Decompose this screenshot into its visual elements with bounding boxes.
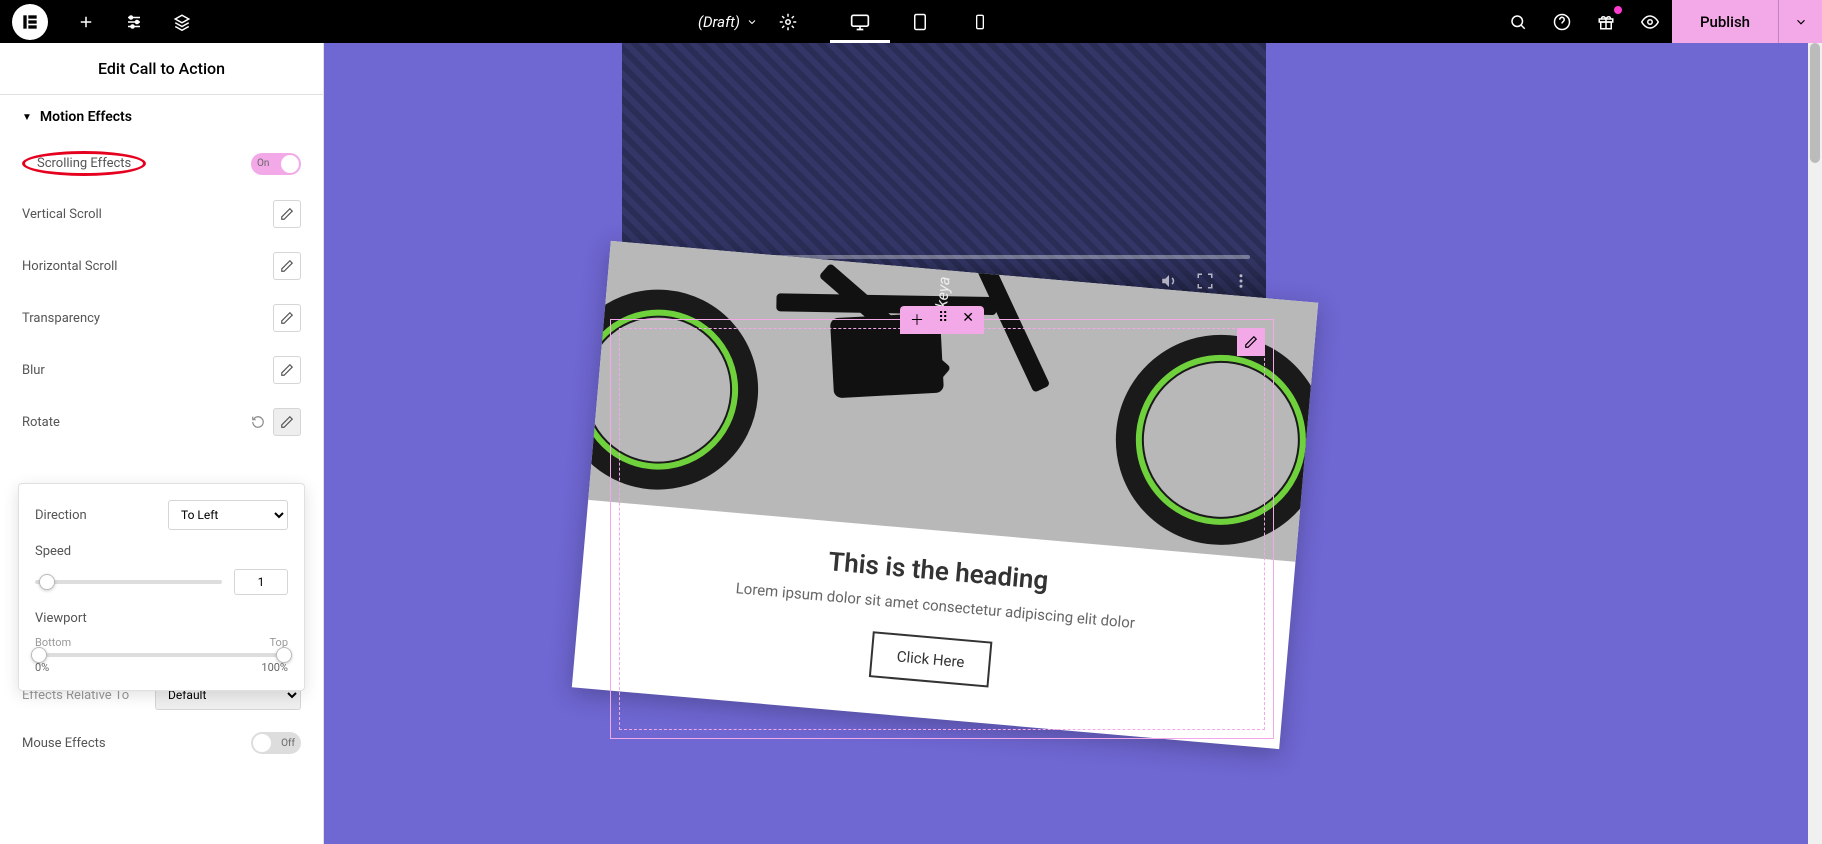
mouse-effects-toggle[interactable]: Off xyxy=(251,732,301,754)
add-element-button[interactable] xyxy=(64,0,108,43)
blur-label: Blur xyxy=(22,363,273,378)
elementor-logo[interactable] xyxy=(12,4,48,40)
selection-add[interactable]: ＋ xyxy=(910,310,924,330)
horizontal-scroll-label: Horizontal Scroll xyxy=(22,259,273,274)
speed-thumb[interactable] xyxy=(39,574,55,590)
scrolling-effects-toggle[interactable]: On xyxy=(251,153,301,175)
mouse-effects-row: Mouse Effects Off xyxy=(0,720,323,766)
top-bar-left xyxy=(0,0,204,43)
pencil-icon xyxy=(280,415,294,429)
layers-icon xyxy=(173,13,191,31)
gear-icon xyxy=(779,13,797,31)
selection-edit-button[interactable] xyxy=(1237,328,1265,356)
whats-new-button[interactable] xyxy=(1584,0,1628,43)
direction-label: Direction xyxy=(35,508,87,523)
scrolling-effects-label: Scrolling Effects xyxy=(22,151,146,176)
blur-row: Blur xyxy=(0,344,323,396)
scrollbar-thumb[interactable] xyxy=(1810,43,1820,163)
desktop-icon xyxy=(850,12,870,32)
volume-icon[interactable] xyxy=(1160,272,1178,290)
rotate-row: Rotate xyxy=(0,396,323,448)
fullscreen-icon[interactable] xyxy=(1196,272,1214,290)
gift-icon xyxy=(1597,13,1615,31)
help-icon xyxy=(1553,13,1571,31)
vertical-scroll-label: Vertical Scroll xyxy=(22,207,273,222)
speed-slider[interactable] xyxy=(35,580,222,584)
selection-drag[interactable]: ⠿ xyxy=(938,310,948,330)
responsive-devices xyxy=(830,0,1010,43)
panel-title: Edit Call to Action xyxy=(0,43,323,95)
pencil-icon xyxy=(280,207,294,221)
pencil-icon xyxy=(280,311,294,325)
elementor-logo-icon xyxy=(20,12,40,32)
rotate-reset[interactable] xyxy=(249,413,267,431)
viewport-thumb-left[interactable] xyxy=(31,647,47,663)
selection-inner xyxy=(619,328,1265,730)
vertical-scroll-edit[interactable] xyxy=(273,200,301,228)
horizontal-scroll-edit[interactable] xyxy=(273,252,301,280)
preview-button[interactable] xyxy=(1628,0,1672,43)
site-settings-button[interactable] xyxy=(112,0,156,43)
vertical-scroll-row: Vertical Scroll xyxy=(0,188,323,240)
viewport-thumb-right[interactable] xyxy=(276,647,292,663)
direction-select[interactable]: To Left xyxy=(168,500,288,530)
viewport-label: Viewport xyxy=(35,611,288,626)
transparency-label: Transparency xyxy=(22,311,273,326)
plus-icon xyxy=(77,13,95,31)
transparency-row: Transparency xyxy=(0,292,323,344)
device-mobile[interactable] xyxy=(950,0,1010,43)
pencil-icon xyxy=(280,259,294,273)
editor-sidebar: Edit Call to Action ▼ Motion Effects Scr… xyxy=(0,43,324,844)
blur-edit[interactable] xyxy=(273,356,301,384)
chevron-down-icon xyxy=(746,16,758,28)
caret-down-icon: ▼ xyxy=(22,112,32,123)
top-bar-center: (Draft) xyxy=(690,0,1010,43)
document-status[interactable]: (Draft) xyxy=(690,13,766,31)
widget-selection: ＋ ⠿ ✕ xyxy=(610,319,1274,739)
scrolling-effects-row: Scrolling Effects On xyxy=(0,139,323,188)
pencil-icon xyxy=(1244,335,1258,349)
reset-icon xyxy=(251,415,265,429)
top-bar-right: Publish xyxy=(1496,0,1822,43)
toggle-state: On xyxy=(257,158,269,169)
draft-text: (Draft) xyxy=(698,13,740,31)
chevron-down-icon xyxy=(1794,15,1808,29)
publish-options-button[interactable] xyxy=(1778,0,1822,43)
canvas-scrollbar[interactable] xyxy=(1808,43,1822,844)
structure-button[interactable] xyxy=(160,0,204,43)
eye-icon xyxy=(1641,13,1659,31)
top-bar: (Draft) Publis xyxy=(0,0,1822,43)
mobile-icon xyxy=(972,14,988,30)
search-icon xyxy=(1509,13,1527,31)
horizontal-scroll-row: Horizontal Scroll xyxy=(0,240,323,292)
finder-button[interactable] xyxy=(1496,0,1540,43)
preview-canvas[interactable]: 0:00 / 0:20 Dakeya This is the heading L… xyxy=(324,43,1822,844)
section-label: Motion Effects xyxy=(40,109,132,125)
toggle-knob xyxy=(253,734,271,752)
rotate-label: Rotate xyxy=(22,415,249,430)
speed-label: Speed xyxy=(35,544,288,559)
mouse-effects-label: Mouse Effects xyxy=(22,736,251,751)
sliders-icon xyxy=(125,13,143,31)
speed-input[interactable] xyxy=(234,569,288,595)
more-vertical-icon[interactable] xyxy=(1232,272,1250,290)
publish-button[interactable]: Publish xyxy=(1672,0,1778,43)
selection-delete[interactable]: ✕ xyxy=(962,310,974,330)
transparency-edit[interactable] xyxy=(273,304,301,332)
device-desktop[interactable] xyxy=(830,0,890,43)
rotate-popover: Direction To Left Speed Viewport Bottom … xyxy=(18,483,305,691)
tablet-icon xyxy=(911,13,929,31)
toggle-knob xyxy=(281,155,299,173)
viewport-slider[interactable] xyxy=(35,653,288,657)
help-button[interactable] xyxy=(1540,0,1584,43)
page-settings-button[interactable] xyxy=(766,0,810,43)
rotate-edit[interactable] xyxy=(273,408,301,436)
toggle-state: Off xyxy=(281,738,295,749)
section-motion-effects[interactable]: ▼ Motion Effects xyxy=(0,95,323,139)
device-tablet[interactable] xyxy=(890,0,950,43)
pencil-icon xyxy=(280,363,294,377)
